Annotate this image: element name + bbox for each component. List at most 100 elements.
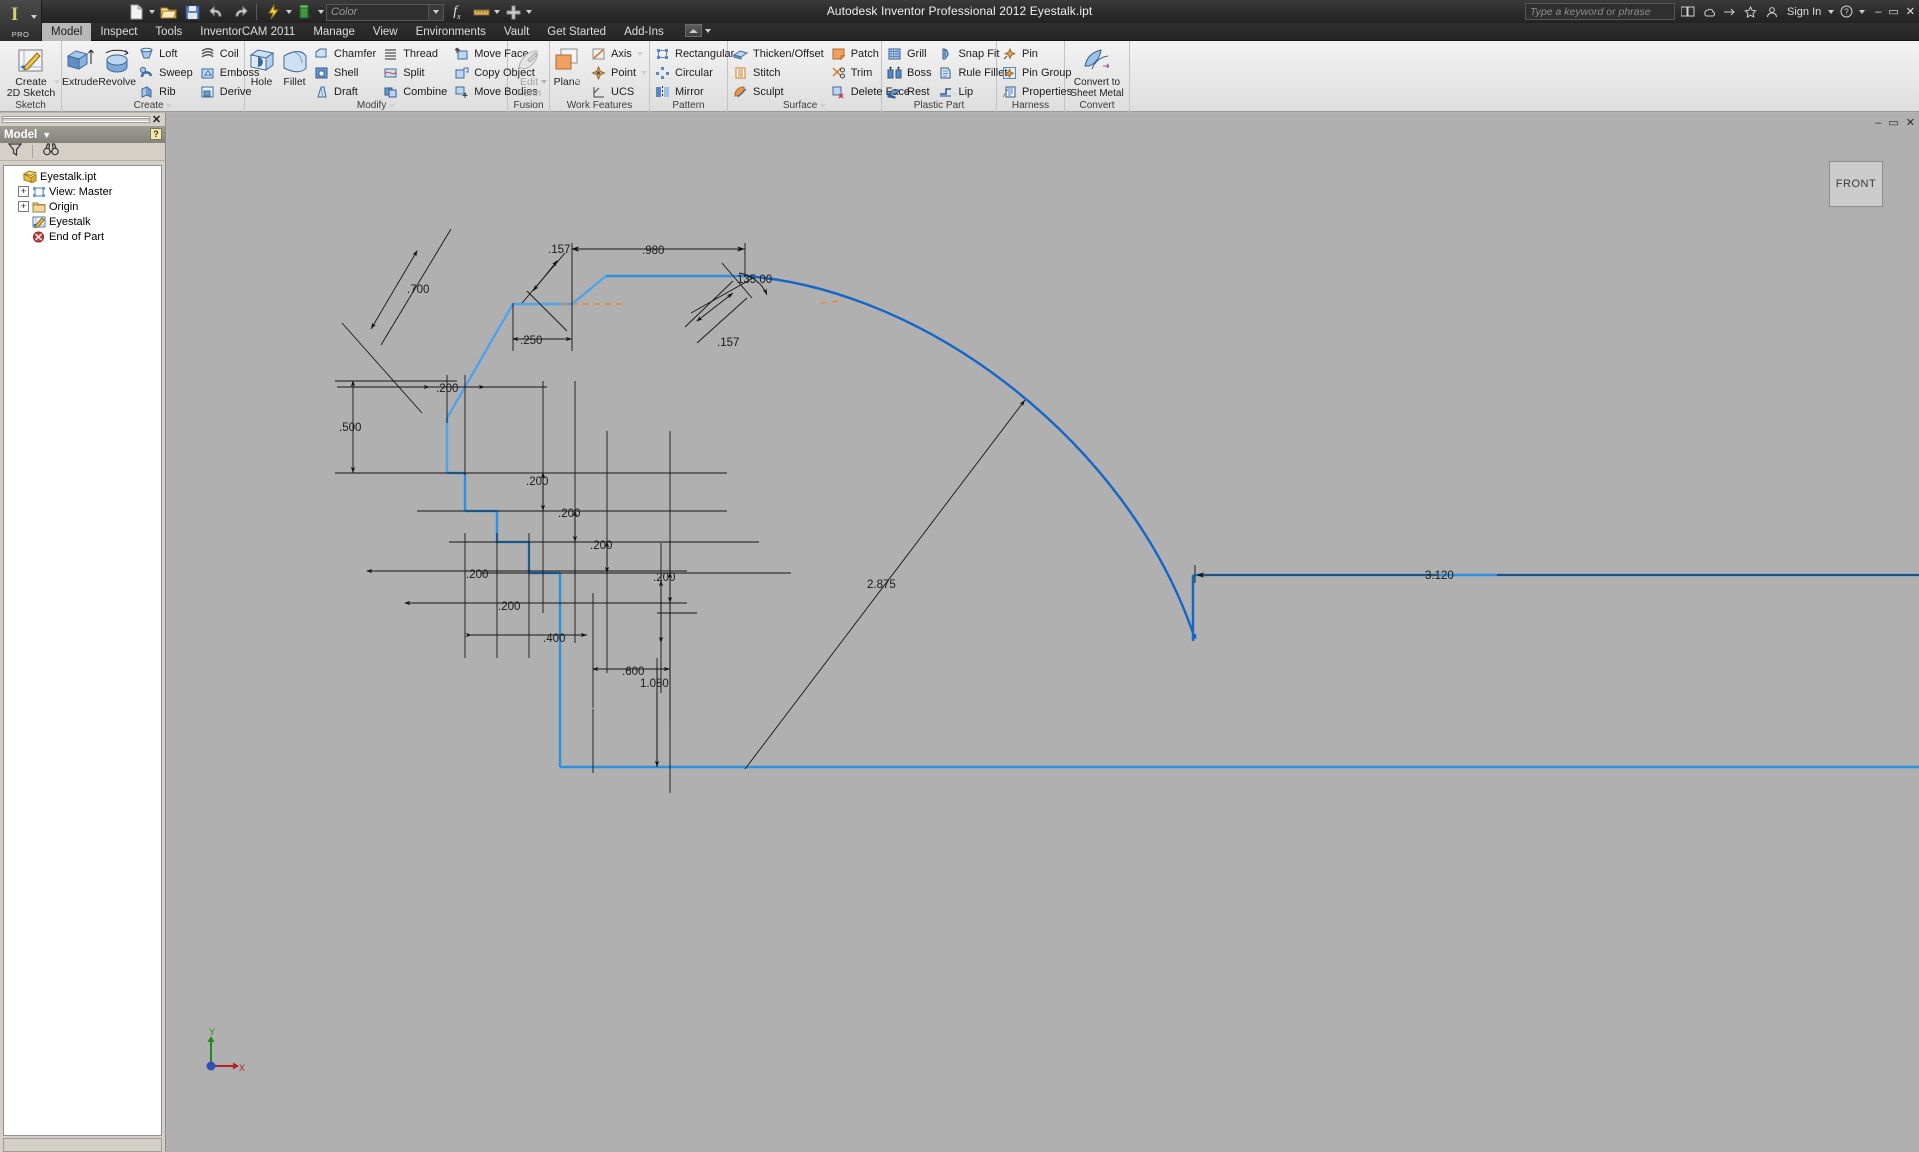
hole-button[interactable]: Hole xyxy=(245,42,278,88)
tab-environments[interactable]: Environments xyxy=(407,23,495,41)
ribbon-minimize-control[interactable] xyxy=(685,24,711,37)
tab-manage[interactable]: Manage xyxy=(304,23,364,41)
measure-icon[interactable] xyxy=(470,2,492,22)
sign-in-dropdown-icon[interactable] xyxy=(1828,9,1835,14)
edit-form-button[interactable]: Edit Form xyxy=(508,42,550,99)
help-browser-icon[interactable] xyxy=(1679,3,1696,20)
update-dropdown-icon[interactable] xyxy=(286,10,292,14)
browser-title-dropdown-icon[interactable]: ▼ xyxy=(42,130,51,140)
point-button[interactable]: Point xyxy=(588,63,651,82)
plane-dropdown-icon[interactable] xyxy=(574,80,580,84)
point-dropdown-icon[interactable] xyxy=(641,70,648,75)
ribbon-display-icon[interactable] xyxy=(685,24,702,37)
extrude-button[interactable]: Extrude xyxy=(62,42,98,88)
sweep-button[interactable]: Sweep xyxy=(136,63,197,82)
redo-icon[interactable] xyxy=(229,2,251,22)
ribbon-display-dropdown-icon[interactable] xyxy=(705,28,711,33)
ribbon[interactable]: Create 2D Sketch Sketch Extrude Revolve … xyxy=(0,41,1919,112)
user-account-icon[interactable] xyxy=(1763,3,1780,20)
axis-button[interactable]: Axis xyxy=(588,44,651,63)
exchange-apps-icon[interactable] xyxy=(1721,3,1738,20)
tab-model[interactable]: Model xyxy=(42,23,92,41)
surface-panel-dropdown-icon[interactable] xyxy=(820,104,827,108)
minimize-button[interactable]: – xyxy=(1875,6,1881,18)
tab-inspect[interactable]: Inspect xyxy=(91,23,146,41)
ribbon-tab-bar[interactable]: I PRO Model Inspect Tools InventorCAM 20… xyxy=(0,0,1919,41)
axis-dropdown-icon[interactable] xyxy=(636,51,643,56)
rectangular-pattern-button[interactable]: Rectangular xyxy=(652,44,738,63)
tree-expander-icon[interactable]: + xyxy=(18,201,29,212)
tab-get-started[interactable]: Get Started xyxy=(538,23,615,41)
open-file-icon[interactable] xyxy=(157,2,179,22)
application-menu-button[interactable]: I PRO xyxy=(0,0,42,41)
create-2d-sketch-dropdown-icon[interactable] xyxy=(54,80,60,84)
save-icon[interactable] xyxy=(181,2,203,22)
revolve-button[interactable]: Revolve xyxy=(98,42,136,88)
shell-button[interactable]: Shell xyxy=(311,63,380,82)
help-dropdown-icon[interactable] xyxy=(1859,9,1866,14)
autodesk-360-icon[interactable] xyxy=(1700,3,1717,20)
browser-help-icon[interactable]: ? xyxy=(150,128,162,140)
sketch-drawing[interactable]: .700 .157 .980 135.00 .157 .250 .200 .50… xyxy=(167,113,1919,1152)
dimension-values[interactable]: .700 .157 .980 135.00 .157 .250 .200 .50… xyxy=(339,244,1454,690)
create-panel-dropdown-icon[interactable] xyxy=(166,104,173,108)
tree-node-view-master[interactable]: + View: Master xyxy=(4,184,161,199)
tab-vault[interactable]: Vault xyxy=(495,23,538,41)
thread-button[interactable]: Thread xyxy=(380,44,451,63)
tree-expander-icon[interactable]: + xyxy=(18,186,29,197)
thicken-offset-button[interactable]: Thicken/Offset xyxy=(730,44,828,63)
model-browser-panel[interactable]: ✕ Model ▼ ? Eyestalk.ipt + View: Master … xyxy=(0,113,166,1152)
tab-add-ins[interactable]: Add-Ins xyxy=(615,23,673,41)
fx-icon[interactable]: fx xyxy=(446,2,468,22)
edit-form-dropdown-icon[interactable] xyxy=(541,80,547,84)
tab-tools[interactable]: Tools xyxy=(146,23,191,41)
browser-title-bar[interactable]: Model ▼ ? xyxy=(0,126,165,143)
close-button[interactable]: ✕ xyxy=(1906,5,1915,18)
color-field[interactable]: Color xyxy=(326,3,444,21)
tab-view[interactable]: View xyxy=(364,23,407,41)
tree-node-origin[interactable]: + Origin xyxy=(4,199,161,214)
new-file-dropdown-icon[interactable] xyxy=(149,10,155,14)
circular-pattern-button[interactable]: Circular xyxy=(652,63,738,82)
filter-icon[interactable] xyxy=(7,142,23,161)
help-icon[interactable]: ? xyxy=(1838,3,1855,20)
favorites-star-icon[interactable] xyxy=(1742,3,1759,20)
maximize-button[interactable]: ▭ xyxy=(1888,5,1898,18)
update-icon[interactable] xyxy=(262,2,284,22)
appearance-icon[interactable] xyxy=(294,2,316,22)
split-button[interactable]: Split xyxy=(380,63,451,82)
browser-drag-handle[interactable]: ✕ xyxy=(0,113,165,126)
tree-node-end-of-part[interactable]: End of Part xyxy=(4,229,161,244)
convert-to-sheet-metal-button[interactable]: Convert to Sheet Metal xyxy=(1065,42,1129,99)
graphics-window[interactable]: – ▭ ✕ FRONT .700 .157 .980 135.00 .157 .… xyxy=(167,113,1919,1152)
undo-icon[interactable] xyxy=(205,2,227,22)
quick-access-toolbar[interactable]: Color fx xyxy=(125,1,532,23)
stitch-button[interactable]: Stitch xyxy=(730,63,828,82)
new-file-icon[interactable] xyxy=(125,2,147,22)
tree-node-eyestalk-sketch[interactable]: Eyestalk xyxy=(4,214,161,229)
sketch-profile[interactable] xyxy=(445,274,1919,769)
fillet-button[interactable]: Fillet xyxy=(278,42,311,88)
browser-toolbar[interactable] xyxy=(0,142,165,161)
boss-button[interactable]: Boss xyxy=(884,63,935,82)
appearance-dropdown-icon[interactable] xyxy=(318,10,324,14)
material-icon[interactable] xyxy=(502,2,524,22)
browser-horizontal-scrollbar[interactable] xyxy=(3,1138,162,1152)
qat-overflow-icon[interactable] xyxy=(526,10,532,14)
title-bar-right-tools[interactable]: Type a keyword or phrase Sign In ? – ▭ ✕ xyxy=(1525,1,1915,22)
model-tree[interactable]: Eyestalk.ipt + View: Master + Origin Eye… xyxy=(3,165,162,1136)
measure-dropdown-icon[interactable] xyxy=(494,10,500,14)
application-menu-dropdown-icon[interactable] xyxy=(31,15,37,19)
chamfer-button[interactable]: Chamfer xyxy=(311,44,380,63)
ribbon-tabs[interactable]: Model Inspect Tools InventorCAM 2011 Man… xyxy=(42,23,673,41)
create-2d-sketch-button[interactable]: Create 2D Sketch xyxy=(0,42,62,99)
modify-panel-dropdown-icon[interactable] xyxy=(389,104,396,108)
tree-node-eyestalk-ipt[interactable]: Eyestalk.ipt xyxy=(4,169,161,184)
tab-inventorcam-2011[interactable]: InventorCAM 2011 xyxy=(191,23,304,41)
loft-button[interactable]: Loft xyxy=(136,44,197,63)
sign-in-button[interactable]: Sign In xyxy=(1784,6,1824,18)
grill-button[interactable]: Grill xyxy=(884,44,935,63)
binoculars-icon[interactable] xyxy=(43,142,59,161)
color-dropdown-icon[interactable] xyxy=(428,4,443,20)
browser-close-icon[interactable]: ✕ xyxy=(150,113,163,126)
